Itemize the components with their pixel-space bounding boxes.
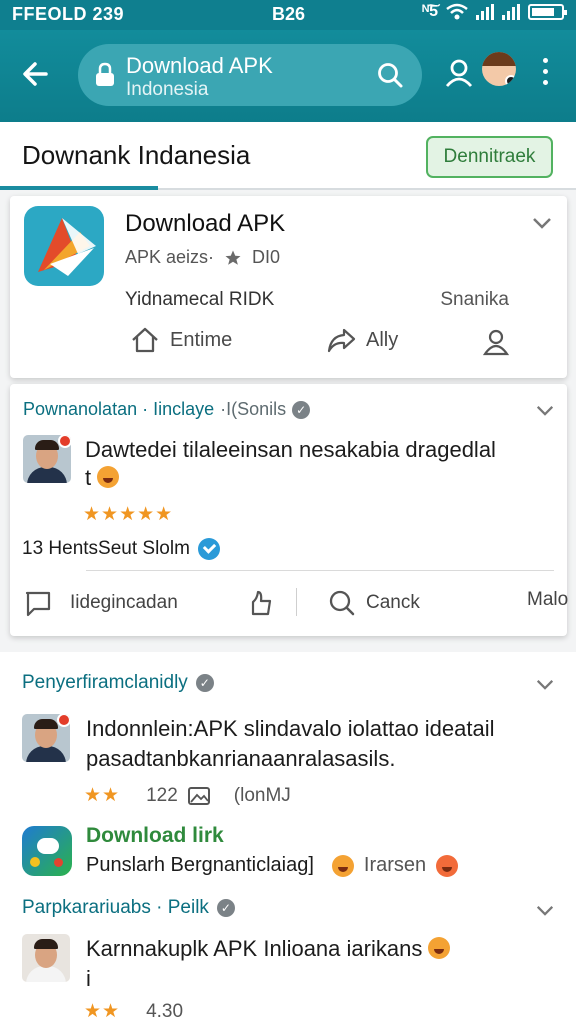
star-rating: ★★★★★ <box>83 504 174 525</box>
share-icon <box>327 328 356 353</box>
share-action[interactable]: Ally <box>326 326 398 354</box>
avatar[interactable] <box>23 435 71 483</box>
profile-avatar[interactable] <box>482 52 516 86</box>
more-menu-icon[interactable] <box>540 58 550 88</box>
chevron-down-icon[interactable] <box>531 216 553 230</box>
app-bar: Download APK Indonesia <box>0 30 576 122</box>
app-logo-icon <box>24 206 104 286</box>
comment-action[interactable]: Iidegincadan <box>24 589 178 617</box>
status-left-text: FFEOLD 239 <box>12 4 125 24</box>
comment-action-label: Iidegincadan <box>70 592 178 613</box>
app-card[interactable]: Download APK APK aeizs· DI0 Yidnamecal R… <box>10 196 567 378</box>
share-action-label: Ally <box>366 328 399 351</box>
feed-item-tag: Irarsen <box>363 854 427 876</box>
feed-item-meta: ★★ 122 (lonMJ <box>84 784 291 807</box>
post-header-title: Pownanolatan · Iinclaye <box>23 399 215 419</box>
feed-item-text-line2: i <box>86 966 91 991</box>
info-icon: ✓ <box>216 899 235 917</box>
home-icon <box>132 327 158 353</box>
feed-item-meta: ★★ 4.30 <box>84 1000 183 1023</box>
app-rating: DI0 <box>252 247 281 267</box>
post-card[interactable]: Pownanolatan · Iinclaye ·I(Sonils ✓ Dawt… <box>10 384 568 636</box>
post-text-line2: t <box>85 465 92 490</box>
download-button[interactable]: Dennitraek <box>426 136 553 178</box>
post-header: Pownanolatan · Iinclaye ·I(Sonils ✓ <box>23 399 311 420</box>
separator <box>296 588 297 616</box>
post-source-text: 13 HentsSeut Slolm <box>22 538 190 559</box>
feed-item-title[interactable]: Download lirk <box>86 824 224 848</box>
app-name: Download APK <box>125 210 286 237</box>
post-text: Dawtedei tilaleeinsan nesakabia dragedla… <box>85 436 545 492</box>
app-meta: APK aeizs· DI0 <box>125 247 280 268</box>
active-tab-indicator <box>0 186 158 190</box>
info-icon: ✓ <box>195 674 214 692</box>
section-header: Downank Indanesia Dennitraek <box>0 122 576 190</box>
feed-item-subline: Punslarh Bergnanticlaiag] Irarsen <box>86 854 459 877</box>
avatar[interactable] <box>22 714 70 762</box>
signal-icon-2 <box>502 4 520 20</box>
feed-section-title: Parpkarariuabs · Peilk <box>22 897 209 918</box>
feed-section-title: Penyerfiramclanidly <box>22 672 188 693</box>
chevron-down-icon[interactable] <box>535 404 555 417</box>
divider <box>86 570 554 571</box>
star-rating: ★★ <box>84 1001 121 1022</box>
post-text-line1: Dawtedei tilaleeinsan nesakabia dragedla… <box>85 437 496 462</box>
post-header-sub: ·I(Sonils <box>220 399 287 419</box>
home-action[interactable]: Entime <box>130 326 232 354</box>
feed: Penyerfiramclanidly ✓ Indonnlein:APK sli… <box>0 652 576 1024</box>
page-title: Downank Indanesia <box>22 140 251 170</box>
verified-badge-icon: ✓ <box>292 400 311 419</box>
verified-icon <box>197 538 220 560</box>
lock-icon <box>96 62 114 86</box>
emoji-icon <box>97 466 120 488</box>
wifi-icon <box>446 3 468 20</box>
signal-icon <box>476 4 494 20</box>
home-action-label: Entime <box>170 328 233 351</box>
battery-icon <box>528 4 567 20</box>
person-icon[interactable] <box>482 328 510 356</box>
search-action[interactable]: Canck <box>328 589 420 617</box>
like-icon[interactable] <box>248 589 274 617</box>
back-arrow-icon[interactable] <box>18 56 54 92</box>
more-action-label[interactable]: Malo <box>527 589 568 611</box>
chevron-down-icon[interactable] <box>535 678 555 691</box>
emoji-icon <box>436 854 459 877</box>
feed-section-header: Parpkarariuabs · Peilk ✓ <box>22 897 235 919</box>
network-text: ᴺ͠5 <box>422 3 438 20</box>
comment-icon <box>25 591 51 617</box>
feed-section-header: Penyerfiramclanidly ✓ <box>22 672 214 694</box>
app-logo-icon[interactable] <box>22 826 72 876</box>
avatar[interactable] <box>22 934 70 982</box>
feed-item-count: 122 <box>146 784 178 806</box>
account-icon[interactable] <box>444 58 474 88</box>
url-bar-subtitle: Indonesia <box>126 79 209 100</box>
search-action-label: Canck <box>366 592 420 613</box>
app-developer: Yidnamecal RIDK <box>125 289 275 310</box>
feed-item-text: Karnnakuplk APK Inlioana iarikans i <box>86 934 556 994</box>
app-meta-text: APK aeizs· <box>125 247 215 267</box>
status-bar: FFEOLD 239 B26 ᴺ͠5 <box>0 0 576 30</box>
feed-item-text-line1: Karnnakuplk APK Inlioana iarikans <box>86 936 423 961</box>
url-bar[interactable]: Download APK Indonesia <box>78 44 422 106</box>
emoji-icon <box>428 937 451 959</box>
feed-item-text: Punslarh Bergnanticlaiag] <box>86 854 314 876</box>
star-icon <box>225 250 241 265</box>
image-icon <box>187 786 210 805</box>
feed-item-tag: (lonMJ <box>233 784 291 806</box>
emoji-icon <box>331 854 354 877</box>
search-icon[interactable] <box>376 61 404 89</box>
url-bar-title: Download APK <box>126 53 273 78</box>
post-source: 13 HentsSeut Slolm <box>22 538 220 560</box>
chevron-down-icon[interactable] <box>535 904 555 917</box>
status-time: B26 <box>272 4 306 24</box>
app-category: Snanika <box>440 289 509 310</box>
star-rating: ★★ <box>84 785 121 806</box>
feed-item-text: Indonnlein:APK slindavalo iolattao ideat… <box>86 716 495 771</box>
feed-item-count: 4.30 <box>146 1000 184 1022</box>
search-icon <box>329 590 355 616</box>
status-icons: ᴺ͠5 <box>422 3 567 21</box>
